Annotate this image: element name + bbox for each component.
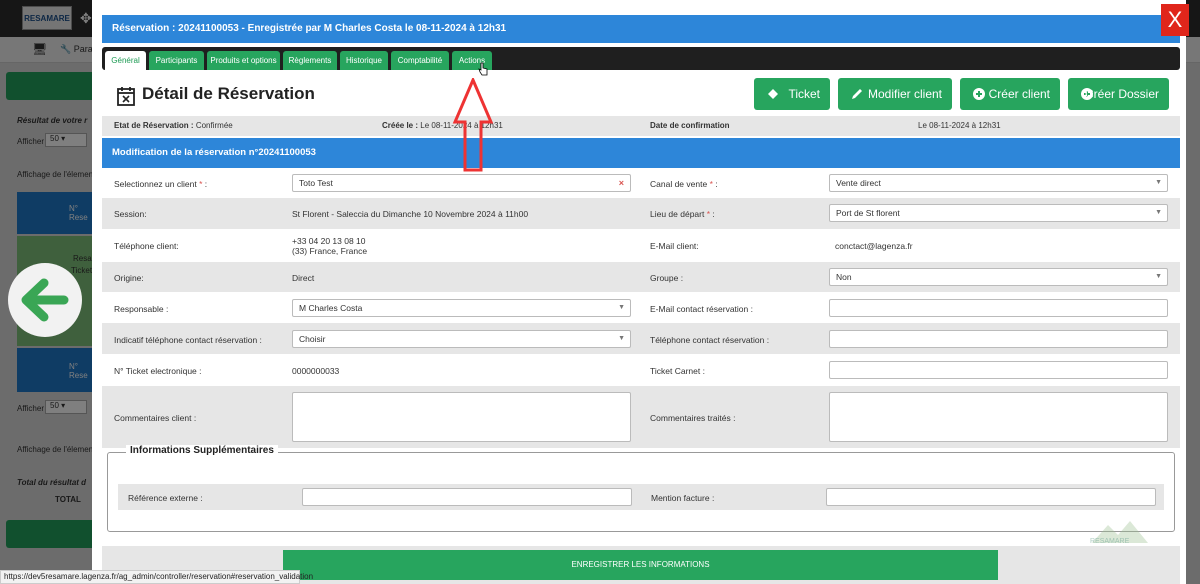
origine-label: Origine:	[114, 273, 144, 283]
title-row: Détail de Réservation Ticket Modifier cl…	[102, 78, 1180, 114]
form-row-indicatif: Indicatif téléphone contact réservation …	[102, 323, 1180, 354]
etat-value: Confirmée	[195, 121, 233, 130]
tab-general[interactable]: Général	[105, 51, 146, 70]
section-title: Modification de la réservation n°2024110…	[102, 138, 1180, 168]
client-select[interactable]: Toto Test ×	[292, 174, 631, 192]
confirm-value: Le 08-11-2024 à 12h31	[918, 121, 1001, 130]
form-row-session: Session: St Florent - Saleccia du Dimanc…	[102, 198, 1180, 229]
canal-label: Canal de vente * :	[650, 179, 718, 189]
chevron-down-icon: ▼	[1155, 273, 1162, 280]
save-button[interactable]: ENREGISTRER LES INFORMATIONS	[283, 550, 998, 580]
tab-historique[interactable]: Historique	[340, 51, 388, 70]
form-row-client: Selectionnez un client * : Toto Test × Ca…	[102, 168, 1180, 198]
ticket-elec-label: N° Ticket electronique :	[114, 366, 202, 376]
tab-comptabilite[interactable]: Comptabilité	[391, 51, 449, 70]
lieu-label: Lieu de départ * :	[650, 209, 715, 219]
comm-traites-textarea[interactable]	[829, 392, 1168, 442]
clear-icon[interactable]: ×	[619, 175, 624, 191]
creer-dossier-button[interactable]: Créer Dossier	[1068, 78, 1169, 110]
watermark-text: RESAMARE	[1090, 538, 1130, 545]
tel-label: Téléphone client:	[114, 241, 179, 251]
modifier-client-button[interactable]: Modifier client	[838, 78, 952, 110]
lieu-select[interactable]: Port de St florent ▼	[829, 204, 1168, 222]
reservation-modal: Réservation : 20241100053 - Enregistrée …	[92, 0, 1186, 584]
mention-facture-input[interactable]	[826, 488, 1156, 506]
email-value: conctact@lagenza.fr	[835, 241, 913, 251]
close-modal-button[interactable]: X	[1161, 4, 1189, 36]
client-label: Selectionnez un client * :	[114, 179, 208, 189]
comm-client-label: Commentaires client :	[114, 413, 197, 423]
tel-contact-input[interactable]	[829, 330, 1168, 348]
session-value: St Florent - Saleccia du Dimanche 10 Nov…	[292, 209, 529, 219]
ticket-carnet-input[interactable]	[829, 361, 1168, 379]
comm-traites-label: Commentaires traités :	[650, 413, 736, 423]
ref-externe-input[interactable]	[302, 488, 632, 506]
ticket-button[interactable]: Ticket	[754, 78, 830, 110]
chevron-down-icon: ▼	[1155, 179, 1162, 186]
groupe-label: Groupe :	[650, 273, 684, 283]
annotation-arrow-icon	[452, 78, 494, 172]
pencil-icon	[852, 89, 862, 99]
responsable-select[interactable]: M Charles Costa ▼	[292, 299, 631, 317]
email-contact-label: E-Mail contact réservation :	[650, 304, 753, 314]
arrow-left-icon	[21, 278, 69, 322]
tab-bar: Général Participants Produits et options…	[102, 47, 1180, 70]
tab-produits-options[interactable]: Produits et options	[207, 51, 280, 70]
ticket-icon	[768, 89, 778, 99]
extra-info-legend: Informations Supplémentaires	[126, 445, 278, 456]
mention-facture-label: Mention facture :	[651, 493, 715, 503]
page-title: Détail de Réservation	[142, 84, 315, 103]
form-row-responsable: Responsable : M Charles Costa ▼ E-Mail co…	[102, 292, 1180, 323]
creer-client-button[interactable]: Créer client	[960, 78, 1060, 110]
email-label: E-Mail client:	[650, 241, 699, 251]
cree-label: Créée le :	[382, 121, 419, 130]
extra-info-fieldset: Informations Supplémentaires Référence e…	[107, 445, 1175, 532]
groupe-select[interactable]: Non ▼	[829, 268, 1168, 286]
email-contact-input[interactable]	[829, 299, 1168, 317]
extra-info-row: Référence externe : Mention facture :	[118, 484, 1164, 510]
modal-header-title: Réservation : 20241100053 - Enregistrée …	[102, 15, 1180, 43]
reservation-info-row: Etat de Réservation : Confirmée Créée le…	[102, 116, 1180, 136]
chevron-down-icon: ▼	[618, 304, 625, 311]
etat-label: Etat de Réservation :	[114, 121, 194, 130]
origine-value: Direct	[292, 273, 315, 283]
indicatif-label: Indicatif téléphone contact réservation …	[114, 335, 262, 345]
calendar-icon	[117, 87, 135, 106]
responsable-label: Responsable :	[114, 304, 169, 314]
tel-value-1: +33 04 20 13 08 10	[292, 236, 366, 246]
canal-select[interactable]: Vente direct ▼	[829, 174, 1168, 192]
chevron-down-icon: ▼	[1155, 209, 1162, 216]
tel-value-2: (33) France, France	[292, 246, 368, 256]
back-arrow-button[interactable]	[8, 263, 82, 337]
chevron-down-icon: ▼	[618, 335, 625, 342]
plus-circle-icon	[973, 88, 985, 100]
tab-participants[interactable]: Participants	[149, 51, 204, 70]
form-row-telephone: Téléphone client: +33 04 20 13 08 10 (33…	[102, 229, 1180, 262]
comm-client-textarea[interactable]	[292, 392, 631, 442]
ticket-elec-value: 0000000033	[292, 366, 340, 376]
form-row-origine: Origine: Direct Groupe : Non ▼	[102, 262, 1180, 292]
session-label: Session:	[114, 209, 147, 219]
ticket-carnet-label: Ticket Carnet :	[650, 366, 705, 376]
status-bar-url: https://dev5resamare.lagenza.fr/ag_admin…	[0, 570, 313, 584]
tab-reglements[interactable]: Règlements	[283, 51, 337, 70]
hand-cursor-icon	[478, 62, 488, 76]
indicatif-select[interactable]: Choisir ▼	[292, 330, 631, 348]
ref-externe-label: Référence externe :	[128, 493, 203, 503]
form-row-ticket: N° Ticket electronique : 0000000033 Tick…	[102, 354, 1180, 386]
tel-contact-label: Téléphone contact réservation :	[650, 335, 770, 345]
form-row-comments: Commentaires client : Commentaires trait…	[102, 386, 1180, 448]
confirm-label: Date de confirmation	[650, 121, 730, 130]
